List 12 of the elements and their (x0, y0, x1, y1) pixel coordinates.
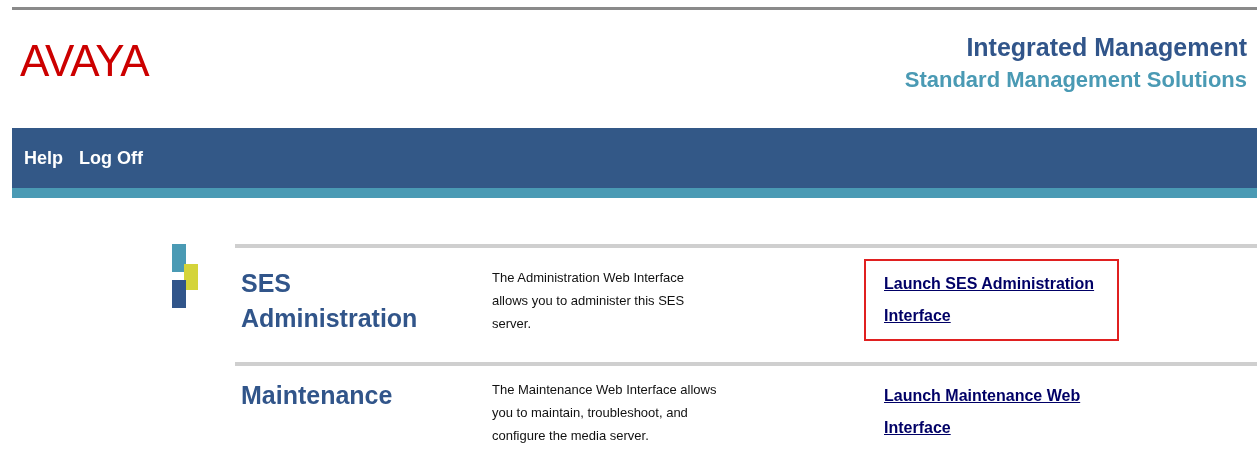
section-heading: Maintenance (241, 380, 393, 411)
launch-link[interactable]: Launch SES Administration Interface (884, 268, 1099, 332)
logo: AVAYA (20, 35, 149, 87)
section-heading: SES Administration (241, 268, 419, 334)
launch-link[interactable]: Launch Maintenance Web Interface (884, 380, 1099, 444)
page-title: Integrated Management (966, 32, 1247, 63)
blocks-icon (172, 244, 200, 308)
nav-link[interactable]: Help (24, 147, 63, 169)
page-subtitle: Standard Management Solutions (904, 66, 1247, 94)
section-description: The Administration Web Interface allows you to administer this SES server. (492, 269, 686, 333)
nav-link[interactable]: Log Off (79, 147, 143, 169)
section-description: The Maintenance Web Interface allows you to maintain, troubleshoot, and configure the media server. (492, 381, 718, 445)
